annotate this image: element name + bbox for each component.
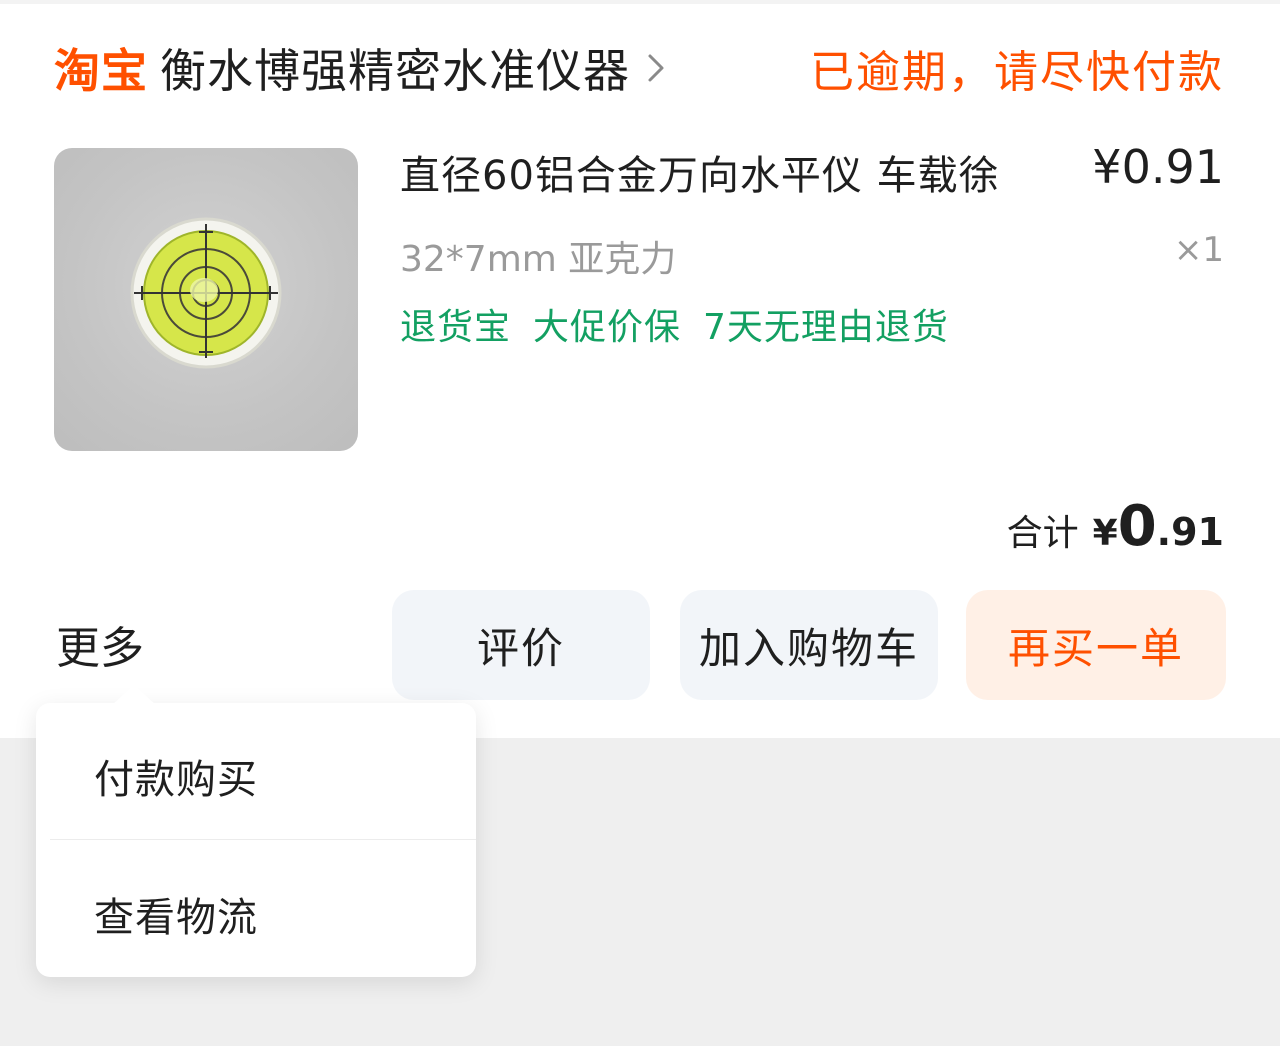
product-image[interactable] (54, 148, 358, 451)
total-amount-decimal: .91 (1156, 510, 1224, 554)
product-title[interactable]: 直径60铝合金万向水平仪 车载徐 (400, 143, 1060, 201)
service-tags: 退货宝 大促价保 7天无理由退货 (400, 298, 949, 350)
buy-again-button[interactable]: 再买一单 (966, 590, 1226, 700)
tag-7day-return: 7天无理由退货 (703, 307, 949, 348)
total-label: 合计 (1006, 513, 1079, 554)
product-spec: 32*7mm 亚克力 (400, 239, 677, 280)
shop-name-link[interactable]: 衡水博强精密水准仪器 (160, 35, 630, 101)
menu-item-logistics[interactable]: 查看物流 (94, 885, 258, 943)
product-quantity: ×1 (1173, 230, 1224, 270)
menu-divider (50, 839, 476, 840)
order-card: 淘宝 衡水博强精密水准仪器 已逾期，请尽快付款 直径60铝合金万向水平仪 车载徐… (0, 0, 1280, 738)
order-status: 已逾期，请尽快付款 (810, 47, 1224, 98)
popover-arrow (112, 685, 156, 705)
tag-return-insurance: 退货宝 (400, 307, 512, 348)
order-total: 合计 ¥ 0 .91 (1007, 494, 1224, 559)
product-price: ¥0.91 (1092, 140, 1224, 194)
more-menu-popover: 付款购买 查看物流 (36, 685, 476, 977)
top-divider (0, 0, 1280, 4)
taobao-brand-label: 淘宝 (54, 44, 148, 98)
chevron-right-icon[interactable] (646, 54, 670, 82)
order-header: 淘宝 衡水博强精密水准仪器 已逾期，请尽快付款 (54, 36, 1224, 100)
add-to-cart-button[interactable]: 加入购物车 (680, 590, 938, 700)
total-amount-integer: 0 (1117, 494, 1157, 559)
total-currency: ¥ (1092, 513, 1118, 554)
review-button[interactable]: 评价 (392, 590, 650, 700)
menu-item-pay[interactable]: 付款购买 (94, 747, 258, 805)
more-button[interactable]: 更多 (56, 612, 144, 676)
tag-price-protection: 大促价保 (533, 307, 682, 348)
